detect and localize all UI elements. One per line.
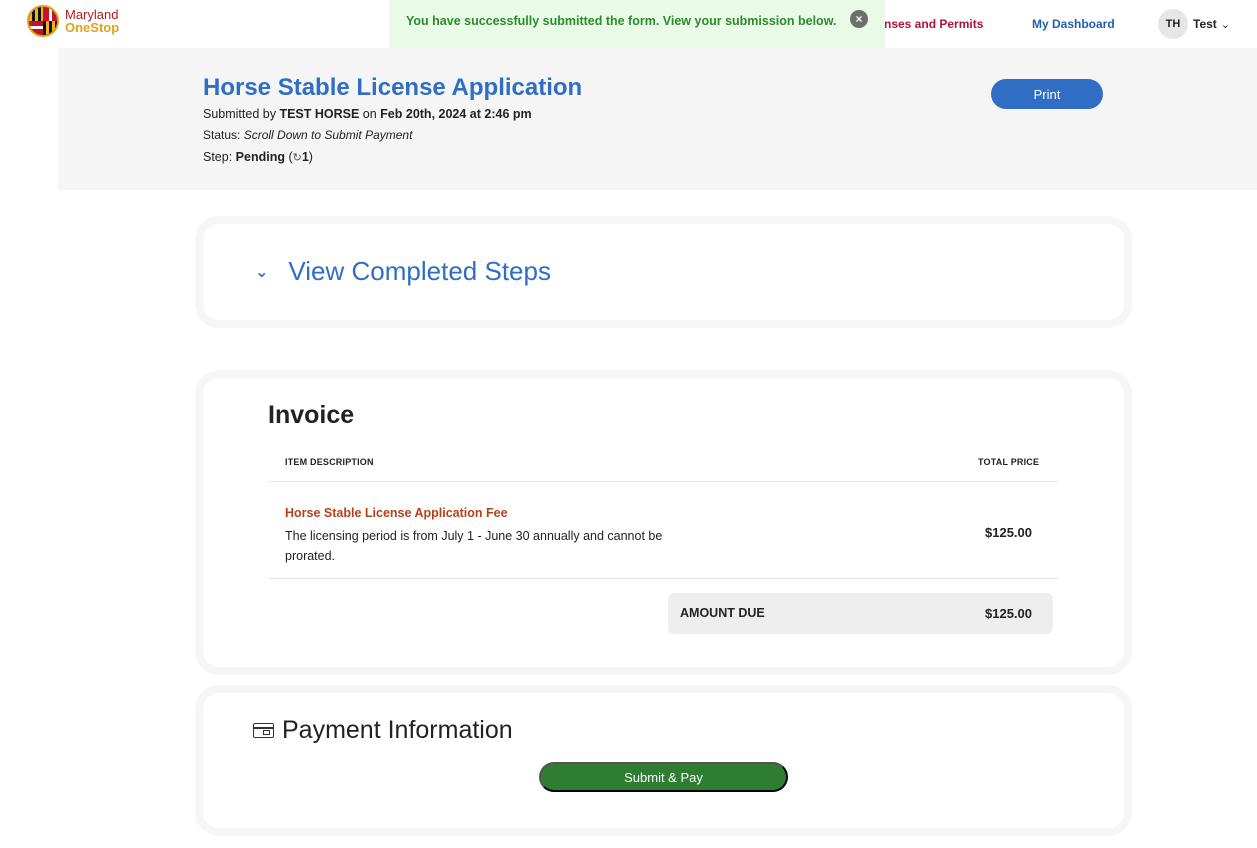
chevron-down-icon: ⌄	[255, 263, 269, 281]
maryland-seal-icon	[27, 5, 59, 37]
payment-title: Payment Information	[253, 716, 513, 745]
divider	[269, 578, 1058, 579]
completed-steps-card: ⌄ View Completed Steps	[203, 224, 1124, 320]
status-line: Status: Scroll Down to Submit Payment	[203, 128, 412, 142]
print-button[interactable]: Print	[991, 79, 1103, 109]
close-icon[interactable]: ×	[850, 10, 868, 28]
divider	[269, 481, 1058, 482]
invoice-item-name: Horse Stable License Application Fee	[285, 506, 508, 520]
credit-card-icon	[253, 723, 274, 738]
submitted-date: Feb 20th, 2024 at 2:46 pm	[380, 107, 532, 121]
submission-info: Submitted by TEST HORSE on Feb 20th, 202…	[203, 107, 532, 121]
nav-my-dashboard-link[interactable]: My Dashboard	[1032, 17, 1115, 31]
amount-due-value: $125.00	[985, 606, 1032, 621]
step-count: 1	[301, 150, 309, 164]
toast-message: You have successfully submitted the form…	[406, 14, 837, 28]
invoice-card: Invoice ITEM DESCRIPTION TOTAL PRICE Hor…	[203, 378, 1124, 667]
payment-card: Payment Information Submit & Pay	[203, 693, 1124, 828]
chevron-down-icon: ⌄	[1220, 18, 1231, 31]
view-completed-steps-label: View Completed Steps	[288, 256, 551, 286]
view-completed-steps-toggle[interactable]: ⌄ View Completed Steps	[255, 256, 551, 287]
submitted-on-word: on	[359, 107, 381, 121]
column-header-total-price: TOTAL PRICE	[978, 457, 1040, 467]
user-name: Test	[1193, 17, 1217, 31]
user-menu[interactable]: TH Test ⌄	[1158, 9, 1230, 39]
column-header-item-description: ITEM DESCRIPTION	[285, 457, 374, 467]
submitted-by: TEST HORSE	[279, 107, 360, 121]
amount-due-box: AMOUNT DUE $125.00	[668, 593, 1053, 634]
submit-and-pay-button[interactable]: Submit & Pay	[539, 762, 788, 792]
payment-title-text: Payment Information	[282, 716, 513, 744]
step-label: Step:	[203, 150, 236, 164]
invoice-title: Invoice	[268, 401, 355, 429]
logo-line-2: OneStop	[65, 20, 120, 35]
invoice-item-description: The licensing period is from July 1 - Ju…	[285, 529, 663, 563]
repeat-icon: ↻	[292, 152, 302, 164]
invoice-item-price: $125.00	[985, 525, 1032, 540]
submitted-prefix: Submitted by	[203, 107, 280, 121]
avatar: TH	[1158, 9, 1188, 39]
step-line: Step: Pending (↻1)	[203, 150, 313, 164]
status-value: Scroll Down to Submit Payment	[243, 128, 413, 142]
logo-text: Maryland OneStop	[65, 8, 119, 34]
nav-licenses-and-permits-link[interactable]: nses and Permits	[884, 17, 983, 31]
step-value: Pending	[235, 150, 285, 164]
amount-due-label: AMOUNT DUE	[680, 606, 765, 620]
status-label: Status:	[203, 128, 244, 142]
maryland-onestop-logo[interactable]: Maryland OneStop	[27, 5, 119, 37]
page-title: Horse Stable License Application	[203, 74, 583, 101]
